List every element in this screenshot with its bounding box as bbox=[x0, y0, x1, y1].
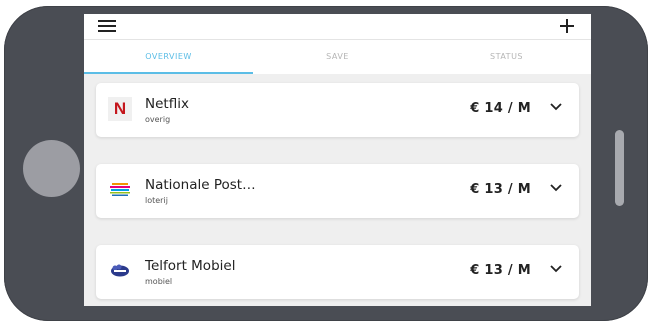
tab-overview[interactable]: OVERVIEW bbox=[84, 40, 253, 74]
subscription-price: € 13 / M bbox=[470, 263, 531, 278]
home-button[interactable] bbox=[23, 140, 80, 197]
top-bar bbox=[84, 14, 591, 40]
subscription-price: € 14 / M bbox=[470, 101, 531, 116]
chevron-down-icon[interactable] bbox=[549, 183, 563, 193]
chevron-down-icon[interactable] bbox=[549, 264, 563, 274]
subscription-card-telfort[interactable]: Telfort Mobiel mobiel € 13 / M bbox=[96, 245, 579, 299]
add-plus-icon[interactable] bbox=[557, 16, 577, 36]
subscription-category: overig bbox=[145, 115, 171, 124]
tab-status[interactable]: STATUS bbox=[422, 40, 591, 74]
side-button bbox=[615, 130, 624, 206]
telfort-logo bbox=[108, 259, 132, 283]
tab-bar: OVERVIEW SAVE STATUS bbox=[84, 40, 591, 74]
subscription-card-netflix[interactable]: N Netflix overig € 14 / M bbox=[96, 83, 579, 137]
nationale-postcode-loterij-logo bbox=[108, 178, 132, 202]
subscription-name: Telfort Mobiel bbox=[145, 258, 236, 274]
tab-save[interactable]: SAVE bbox=[253, 40, 422, 74]
subscription-card-nationale-postcode-loterij[interactable]: Nationale Post… loterij € 13 / M bbox=[96, 164, 579, 218]
subscription-price: € 13 / M bbox=[470, 182, 531, 197]
app-screen: OVERVIEW SAVE STATUS N Netflix overig € … bbox=[84, 14, 591, 306]
subscription-name: Nationale Post… bbox=[145, 177, 256, 193]
netflix-logo: N bbox=[108, 97, 132, 121]
chevron-down-icon[interactable] bbox=[549, 102, 563, 112]
active-tab-indicator bbox=[84, 72, 253, 74]
subscription-category: loterij bbox=[145, 196, 168, 205]
subscription-name: Netflix bbox=[145, 96, 189, 112]
subscription-category: mobiel bbox=[145, 277, 173, 286]
hamburger-menu-icon[interactable] bbox=[98, 19, 116, 33]
